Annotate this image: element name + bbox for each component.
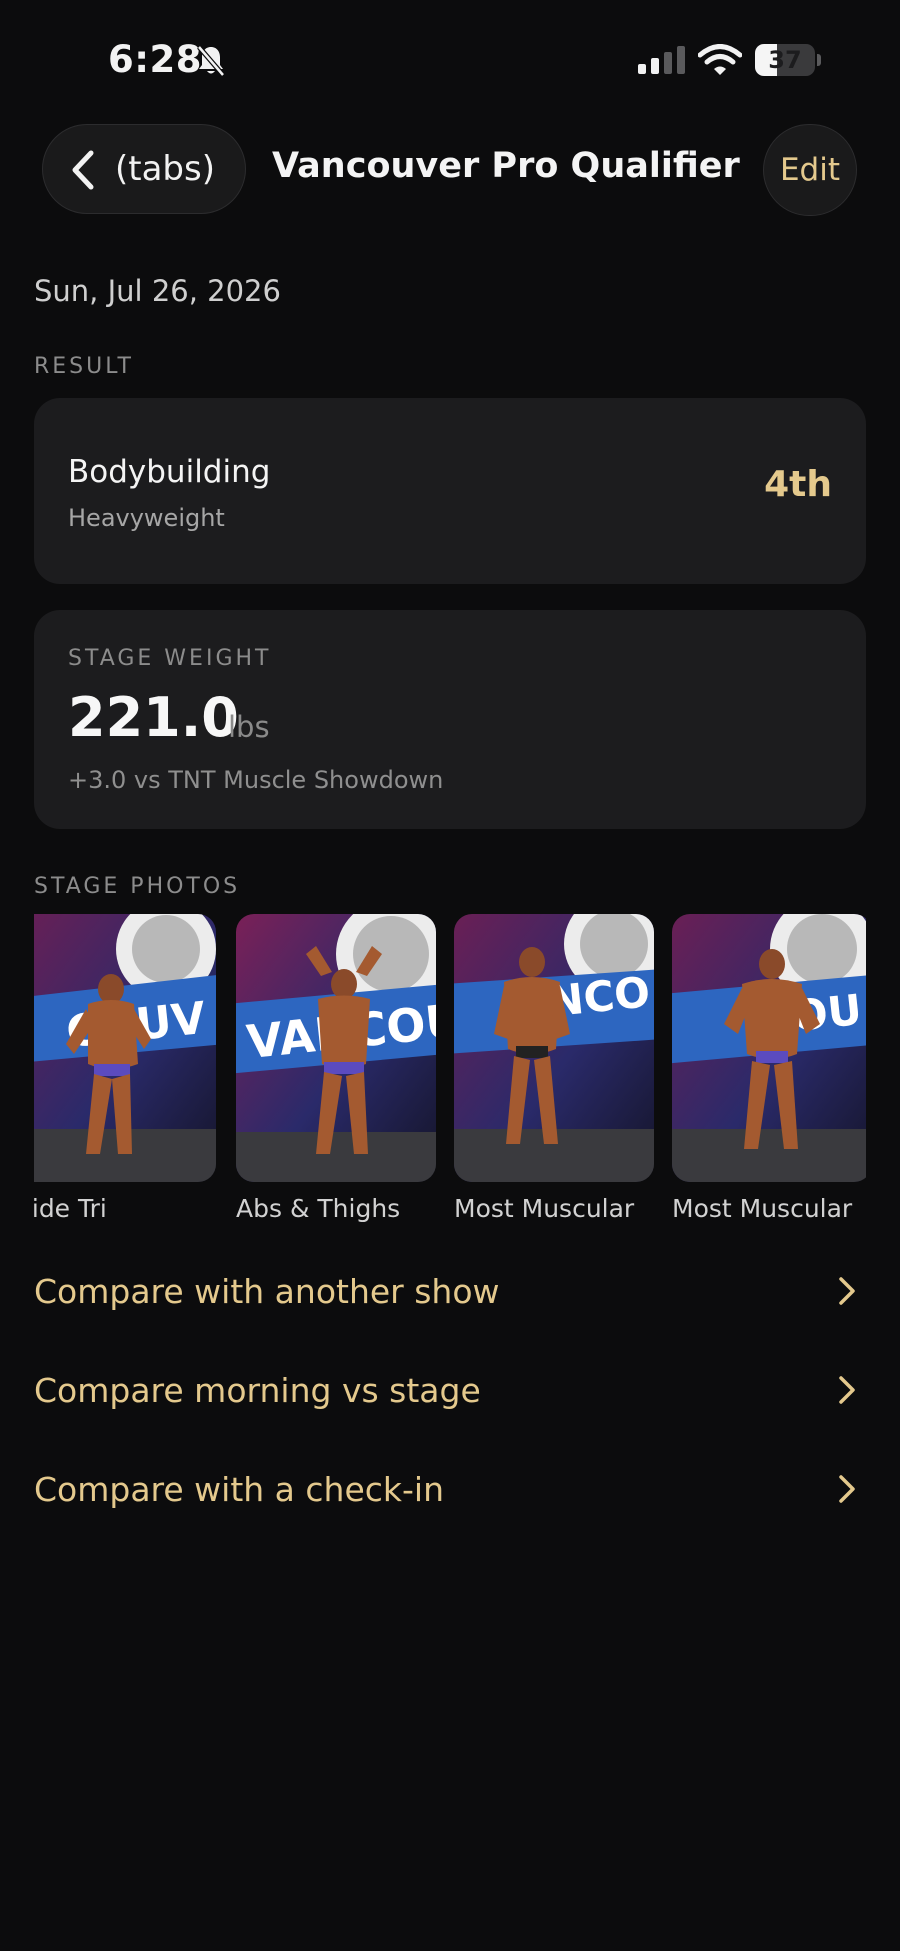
stage-photo-image: COUV <box>34 914 216 1182</box>
stage-photo-image: VANCOU <box>236 914 436 1182</box>
division-name: Bodybuilding <box>68 454 271 490</box>
page-title: Vancouver Pro Qualifier <box>272 146 740 186</box>
status-time: 6:28 <box>108 38 203 81</box>
result-section-label: RESULT <box>34 354 134 379</box>
stage-photo-image: NCO <box>454 914 654 1182</box>
stage-photos-carousel[interactable]: COUV Side Tri <box>34 914 866 1234</box>
chevron-right-icon <box>838 1375 856 1409</box>
compare-morning-stage-link[interactable]: Compare morning vs stage <box>34 1355 866 1425</box>
stage-weight-comparison: +3.0 vs TNT Muscle Showdown <box>68 766 444 794</box>
stage-photo-caption: Most Muscular <box>454 1194 635 1223</box>
stage-photos-section-label: STAGE PHOTOS <box>34 874 241 899</box>
back-button[interactable]: (tabs) <box>42 124 246 214</box>
stage-photo-caption: Side Tri <box>34 1194 107 1223</box>
stage-photo[interactable]: VANCOU Abs & Thighs <box>236 914 436 1223</box>
compare-another-show-label: Compare with another show <box>34 1272 500 1311</box>
stage-photo-caption: Abs & Thighs <box>236 1194 401 1223</box>
stage-weight-label: STAGE WEIGHT <box>68 646 272 671</box>
chevron-right-icon <box>838 1276 856 1310</box>
stage-photo-caption: Most Muscular <box>672 1194 853 1223</box>
compare-check-in-link[interactable]: Compare with a check-in <box>34 1454 866 1524</box>
stage-photo[interactable]: COUV Side Tri <box>34 914 216 1223</box>
battery-percent: 37 <box>768 46 802 74</box>
stage-weight-card: STAGE WEIGHT 221.0 lbs +3.0 vs TNT Muscl… <box>34 610 866 829</box>
compare-morning-stage-label: Compare morning vs stage <box>34 1371 481 1410</box>
class-name: Heavyweight <box>68 504 225 532</box>
wifi-icon <box>697 44 743 80</box>
compare-another-show-link[interactable]: Compare with another show <box>34 1256 866 1326</box>
back-button-label: (tabs) <box>115 149 215 189</box>
stage-photo[interactable]: OU Most Muscular <box>672 914 866 1223</box>
chevron-right-icon <box>838 1474 856 1508</box>
show-date: Sun, Jul 26, 2026 <box>34 274 281 308</box>
stage-photo[interactable]: NCO Most Muscular <box>454 914 654 1223</box>
stage-photo-image: OU <box>672 914 866 1182</box>
battery-icon: 37 <box>755 44 815 76</box>
stage-weight-value: 221.0 <box>68 686 239 749</box>
stage-weight-unit: lbs <box>228 710 270 744</box>
placing: 4th <box>764 464 832 505</box>
chevron-left-icon <box>67 149 97 195</box>
bell-slash-icon <box>196 44 226 82</box>
edit-button[interactable]: Edit <box>763 124 857 216</box>
status-bar: 6:28 37 <box>0 0 900 110</box>
result-card: Bodybuilding Heavyweight 4th <box>34 398 866 584</box>
compare-check-in-label: Compare with a check-in <box>34 1470 445 1509</box>
cellular-signal-icon <box>638 46 686 78</box>
